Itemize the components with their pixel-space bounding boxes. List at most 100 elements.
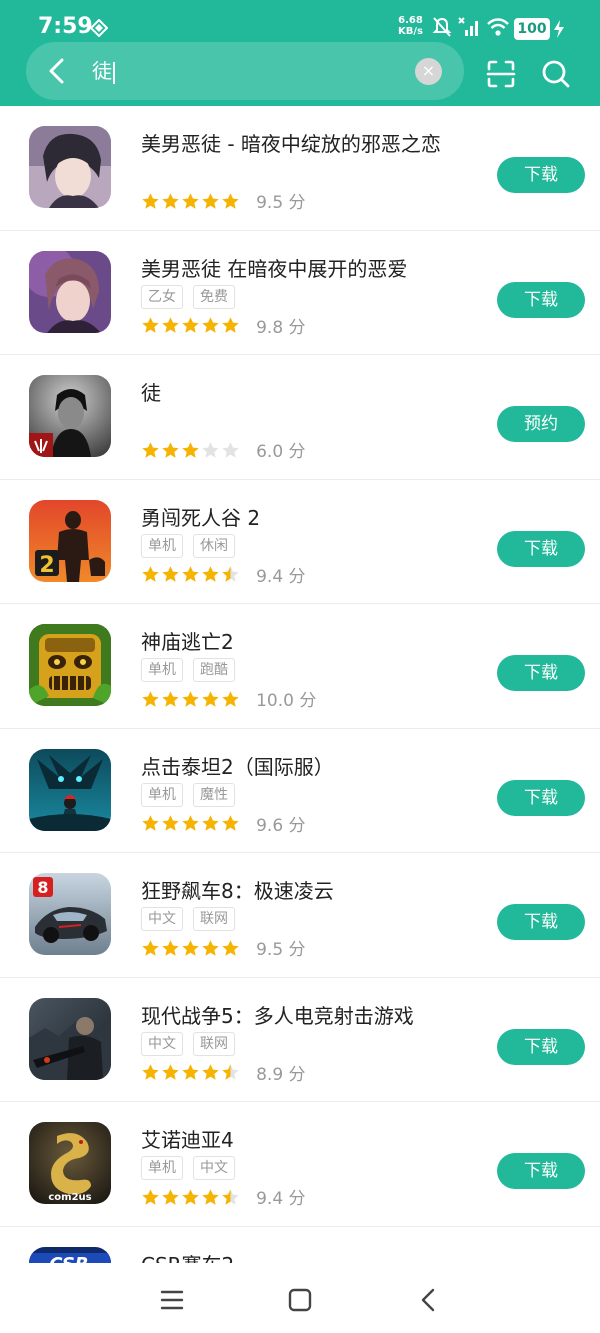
- status-bar: 7:59 6.68 KB/s 100: [0, 0, 600, 40]
- star-full-icon: [162, 1188, 179, 1205]
- star-full-icon: [162, 939, 179, 956]
- app-title[interactable]: 点击泰坦2（国际服）: [141, 751, 334, 780]
- signal-icon: [458, 17, 478, 36]
- back-arrow-icon[interactable]: [42, 55, 74, 87]
- star-full-icon: [222, 815, 239, 831]
- tag-list: 中文 联网: [141, 1031, 245, 1056]
- tag-list: 中文 联网: [141, 907, 245, 931]
- list-item[interactable]: 神庙逃亡2 单机 跑酷 10.0 分 下载: [0, 604, 600, 729]
- star-full-icon: [142, 690, 159, 707]
- star-full-icon: [162, 566, 179, 582]
- anime-portrait-purple-icon[interactable]: [29, 250, 111, 333]
- star-empty-icon: [222, 441, 239, 458]
- download-button[interactable]: 下载: [497, 1028, 585, 1065]
- list-item[interactable]: 美男恶徒 在暗夜中展开的恶爱 乙女 免费 9.8 分 下载: [0, 231, 600, 355]
- list-item[interactable]: 点击泰坦2（国际服） 单机 魔性 9.6 分 下载: [0, 729, 600, 853]
- search-icon[interactable]: [540, 58, 572, 90]
- download-button[interactable]: 下载: [497, 530, 585, 567]
- tag[interactable]: 联网: [193, 907, 235, 931]
- star-full-icon: [162, 815, 179, 831]
- star-full-icon: [142, 939, 159, 956]
- rating: 8.9 分: [141, 1060, 306, 1085]
- home-icon[interactable]: [285, 1285, 315, 1315]
- list-item[interactable]: 2 勇闯死人谷 2 单机 休闲 9.4 分 下载: [0, 480, 600, 604]
- scan-icon[interactable]: [485, 58, 517, 90]
- race-car-icon[interactable]: 8: [29, 873, 111, 955]
- tag[interactable]: 联网: [193, 1031, 235, 1056]
- anime-portrait-icon[interactable]: [29, 126, 111, 208]
- star-full-icon: [162, 192, 179, 209]
- search-input[interactable]: 徒: [92, 56, 392, 86]
- tag-list: 单机 魔性: [141, 782, 245, 807]
- tag[interactable]: 单机: [141, 782, 183, 807]
- list-item[interactable]: 现代战争5：多人电竞射击游戏 中文 联网 8.9 分 下载: [0, 978, 600, 1102]
- zombie-survivor-icon[interactable]: 2: [29, 499, 111, 582]
- app-title[interactable]: 艾诺迪亚4: [141, 1124, 234, 1153]
- download-button[interactable]: 下载: [497, 904, 585, 940]
- tag-list: 乙女 免费: [141, 284, 245, 309]
- tag[interactable]: 中文: [141, 1031, 183, 1056]
- star-full-icon: [202, 192, 219, 209]
- app-title[interactable]: 美男恶徒 - 暗夜中绽放的邪恶之恋: [141, 128, 441, 157]
- star-rating: [141, 689, 241, 709]
- download-button[interactable]: 下载: [497, 779, 585, 816]
- star-rating: [141, 564, 241, 584]
- tag[interactable]: 单机: [141, 533, 183, 558]
- download-button[interactable]: 下载: [497, 1153, 585, 1189]
- tag[interactable]: 跑酷: [193, 658, 235, 682]
- tag-list: 单机 休闲: [141, 533, 245, 558]
- tag[interactable]: 单机: [141, 1156, 183, 1180]
- star-rating: [141, 813, 241, 833]
- mute-bell-icon: [432, 17, 452, 37]
- tag[interactable]: 免费: [193, 284, 235, 309]
- temple-idol-icon[interactable]: [29, 624, 111, 706]
- star-full-icon: [182, 690, 199, 707]
- rating: 6.0 分: [141, 437, 306, 462]
- menu-icon[interactable]: [157, 1285, 187, 1315]
- back-nav-icon[interactable]: [414, 1285, 444, 1315]
- clear-search-button[interactable]: ×: [415, 58, 442, 85]
- download-button[interactable]: 下载: [497, 281, 585, 318]
- app-title[interactable]: CSR赛车2: [141, 1249, 234, 1264]
- csr-logo-icon[interactable]: CSR: [29, 1246, 111, 1263]
- dragon-emblem-icon[interactable]: com2us: [29, 1122, 111, 1204]
- battery-level: 100: [514, 18, 550, 40]
- star-full-icon: [142, 1188, 159, 1205]
- tag[interactable]: 单机: [141, 658, 183, 682]
- titan-hero-icon[interactable]: [29, 748, 111, 831]
- list-item[interactable]: 徒 6.0 分 预约: [0, 355, 600, 480]
- tag[interactable]: 乙女: [141, 284, 183, 309]
- app-title[interactable]: 徒: [141, 377, 161, 406]
- reserve-button[interactable]: 预约: [497, 406, 585, 442]
- download-button[interactable]: 下载: [497, 655, 585, 691]
- star-full-icon: [142, 566, 159, 582]
- zombie-badge-text: 2: [39, 553, 54, 578]
- download-button[interactable]: 下载: [497, 157, 585, 193]
- star-rating: [141, 440, 241, 460]
- soldier-icon[interactable]: [29, 997, 111, 1080]
- star-full-icon: [142, 1064, 159, 1080]
- star-full-icon: [182, 566, 199, 582]
- tag[interactable]: 中文: [141, 907, 183, 931]
- star-full-icon: [222, 317, 239, 333]
- app-title[interactable]: 勇闯死人谷 2: [141, 502, 260, 531]
- tag[interactable]: 中文: [193, 1156, 235, 1180]
- clear-icon: ×: [421, 61, 436, 80]
- net-speed-value: 6.68: [398, 15, 423, 26]
- dark-portrait-icon[interactable]: [29, 375, 111, 457]
- list-item[interactable]: CSR CSR赛车2: [0, 1227, 600, 1264]
- star-full-icon: [162, 441, 179, 458]
- list-item[interactable]: com2us 艾诺迪亚4 单机 中文 9.4 分 下载: [0, 1102, 600, 1227]
- app-title[interactable]: 美男恶徒 在暗夜中展开的恶爱: [141, 253, 407, 282]
- list-item[interactable]: 8 狂野飙车8：极速凌云 中文 联网 9.5 分 下载: [0, 853, 600, 978]
- score: 9.8 分: [256, 317, 306, 338]
- app-title[interactable]: 现代战争5：多人电竞射击游戏: [141, 1000, 414, 1029]
- list-item[interactable]: 美男恶徒 - 暗夜中绽放的邪恶之恋 9.5 分 下载: [0, 106, 600, 231]
- star-full-icon: [182, 317, 199, 333]
- tag[interactable]: 魔性: [193, 782, 235, 807]
- search-results-list[interactable]: 美男恶徒 - 暗夜中绽放的邪恶之恋 9.5 分 下载 美男恶徒 在暗夜中展开的恶…: [0, 106, 600, 1263]
- app-title[interactable]: 神庙逃亡2: [141, 626, 234, 655]
- app-title[interactable]: 狂野飙车8：极速凌云: [141, 875, 334, 904]
- star-full-icon: [182, 815, 199, 831]
- tag[interactable]: 休闲: [193, 533, 235, 558]
